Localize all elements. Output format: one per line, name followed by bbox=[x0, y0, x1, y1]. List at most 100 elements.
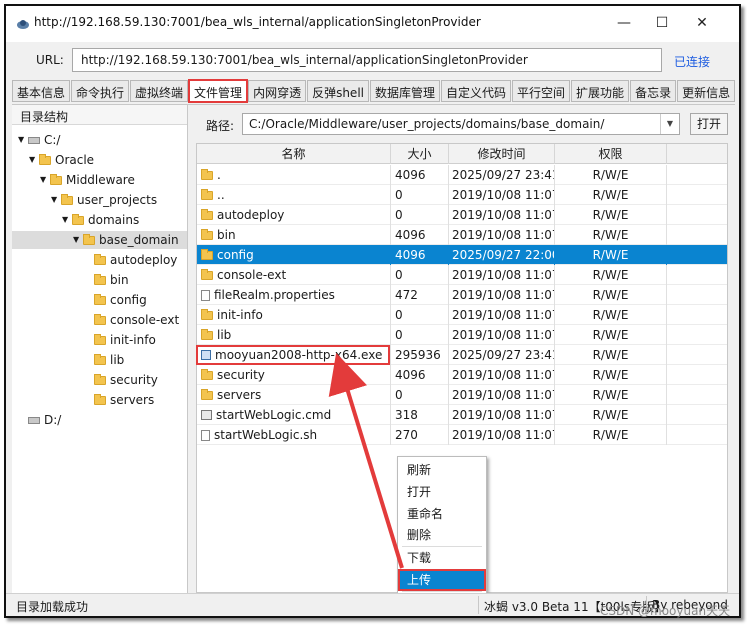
table-row[interactable]: startWebLogic.cmd 3182019/10/08 11:07...R… bbox=[197, 405, 727, 425]
table-row[interactable]: startWebLogic.sh 2702019/10/08 11:07...R/… bbox=[197, 425, 727, 445]
menu-upload[interactable]: 上传 bbox=[398, 569, 486, 591]
directory-tree: 目录结构 ▼ C:/ ▼ Oracle ▼ Middleware ▼ user_project… bbox=[12, 105, 188, 593]
chevron-down-icon[interactable]: ▼ bbox=[660, 114, 679, 134]
column-name[interactable]: 名称 bbox=[197, 144, 391, 164]
tree-node[interactable]: ▼ user_projects bbox=[51, 191, 157, 209]
cell-time: 2019/10/08 11:07... bbox=[449, 225, 555, 245]
close-button[interactable]: ✕ bbox=[690, 12, 714, 34]
tree-node[interactable]: init-info bbox=[84, 331, 156, 349]
tree-node[interactable]: bin bbox=[84, 271, 129, 289]
tree-node[interactable]: ▼ base_domain bbox=[12, 231, 187, 249]
maximize-button[interactable]: ☐ bbox=[650, 12, 674, 34]
column-size[interactable]: 大小 bbox=[391, 144, 449, 164]
minimize-button[interactable]: — bbox=[612, 12, 636, 34]
table-header: 名称 大小 修改时间 权限 bbox=[197, 144, 727, 164]
folder-icon bbox=[201, 229, 213, 240]
tab-extensions[interactable]: 扩展功能 bbox=[571, 80, 630, 102]
tab-parallel-space[interactable]: 平行空间 bbox=[512, 80, 571, 102]
url-label: URL: bbox=[36, 53, 64, 67]
script-file-icon bbox=[201, 410, 212, 420]
file-name: security bbox=[217, 368, 265, 382]
tree-node-label: base_domain bbox=[99, 233, 179, 247]
menu-download[interactable]: 下载 bbox=[399, 548, 485, 568]
file-icon bbox=[201, 290, 210, 301]
drive-icon bbox=[28, 137, 40, 144]
file-name: bin bbox=[217, 228, 236, 242]
tree-node[interactable]: ▼ Middleware bbox=[40, 171, 135, 189]
menu-delete[interactable]: 删除 bbox=[399, 525, 485, 545]
tab-memo[interactable]: 备忘录 bbox=[630, 80, 677, 102]
cell-perm: R/W/E bbox=[555, 225, 667, 245]
column-time[interactable]: 修改时间 bbox=[449, 144, 555, 164]
cell-perm: R/W/E bbox=[555, 285, 667, 305]
cell-time: 2019/10/08 11:07... bbox=[449, 205, 555, 225]
context-menu: 刷新 打开 重命名 删除 下载 上传 新建 ▸ bbox=[397, 456, 487, 614]
file-name: .. bbox=[217, 188, 225, 202]
table-row[interactable]: config 40962025/09/27 22:00...R/W/E bbox=[197, 245, 727, 265]
tree-node[interactable]: config bbox=[84, 291, 147, 309]
cell-name: startWebLogic.cmd bbox=[197, 405, 391, 425]
tree-node[interactable]: autodeploy bbox=[84, 251, 177, 269]
tree-node[interactable]: ▼ domains bbox=[62, 211, 139, 229]
file-name: . bbox=[217, 168, 221, 182]
folder-icon bbox=[94, 334, 106, 345]
tab-command-exec[interactable]: 命令执行 bbox=[71, 80, 130, 102]
tab-database[interactable]: 数据库管理 bbox=[370, 80, 441, 102]
expand-arrow-icon[interactable]: ▼ bbox=[29, 151, 39, 169]
table-row[interactable]: mooyuan2008-http-x64.exe 295936 2025/09/27… bbox=[197, 345, 727, 365]
cell-size: 4096 bbox=[391, 225, 449, 245]
expand-arrow-icon[interactable]: ▼ bbox=[73, 231, 83, 249]
table-row[interactable]: autodeploy 02019/10/08 11:07...R/W/E bbox=[197, 205, 727, 225]
open-button[interactable]: 打开 bbox=[690, 113, 728, 135]
url-input[interactable]: http://192.168.59.130:7001/bea_wls_inter… bbox=[72, 48, 662, 72]
table-row[interactable]: .. 02019/10/08 11:07...R/W/E bbox=[197, 185, 727, 205]
tree-node[interactable]: console-ext bbox=[84, 311, 179, 329]
table-row[interactable]: servers 02019/10/08 11:07...R/W/E bbox=[197, 385, 727, 405]
cell-name: autodeploy bbox=[197, 205, 391, 225]
tree-node[interactable]: ▼ C:/ bbox=[18, 131, 60, 149]
tree-node[interactable]: servers bbox=[84, 391, 154, 409]
table-row[interactable]: bin 40962019/10/08 11:07...R/W/E bbox=[197, 225, 727, 245]
expand-arrow-icon[interactable]: ▼ bbox=[62, 211, 72, 229]
table-row[interactable]: console-ext 02019/10/08 11:07...R/W/E bbox=[197, 265, 727, 285]
tab-reverse-shell[interactable]: 反弹shell bbox=[307, 80, 369, 102]
tab-file-manager[interactable]: 文件管理 bbox=[188, 79, 249, 103]
table-row[interactable]: lib 02019/10/08 11:07...R/W/E bbox=[197, 325, 727, 345]
expand-arrow-icon[interactable]: ▼ bbox=[51, 191, 61, 209]
expand-arrow-icon[interactable]: ▼ bbox=[40, 171, 50, 189]
menu-open[interactable]: 打开 bbox=[399, 482, 485, 502]
tab-update-info[interactable]: 更新信息 bbox=[677, 80, 736, 102]
menu-rename[interactable]: 重命名 bbox=[399, 504, 485, 524]
cell-name: bin bbox=[197, 225, 391, 245]
tree-node-label: bin bbox=[110, 273, 129, 287]
tab-intranet-tunnel[interactable]: 内网穿透 bbox=[248, 80, 307, 102]
tab-custom-code[interactable]: 自定义代码 bbox=[441, 80, 512, 102]
path-input[interactable]: C:/Oracle/Middleware/user_projects/domai… bbox=[242, 113, 680, 135]
table-row[interactable]: . 40962025/09/27 23:41...R/W/E bbox=[197, 165, 727, 185]
tree-node[interactable]: security bbox=[84, 371, 158, 389]
menu-separator bbox=[402, 546, 482, 547]
tree-node[interactable]: lib bbox=[84, 351, 124, 369]
connection-status[interactable]: 已连接 bbox=[674, 53, 710, 70]
tab-virtual-terminal[interactable]: 虚拟终端 bbox=[130, 80, 189, 102]
cell-size: 318 bbox=[391, 405, 449, 425]
file-icon bbox=[201, 430, 210, 441]
tree-node[interactable]: ▼ Oracle bbox=[29, 151, 94, 169]
table-row[interactable]: init-info 02019/10/08 11:07...R/W/E bbox=[197, 305, 727, 325]
folder-icon bbox=[94, 274, 106, 285]
menu-refresh[interactable]: 刷新 bbox=[399, 460, 485, 480]
tree-node-label: config bbox=[110, 293, 147, 307]
file-name: lib bbox=[217, 328, 232, 342]
path-bar: 路径: C:/Oracle/Middleware/user_projects/d… bbox=[196, 111, 735, 137]
column-perm[interactable]: 权限 bbox=[555, 144, 667, 164]
file-name: fileRealm.properties bbox=[214, 288, 335, 302]
cell-time: 2019/10/08 11:07... bbox=[449, 305, 555, 325]
cell-size: 472 bbox=[391, 285, 449, 305]
file-name: servers bbox=[217, 388, 262, 402]
table-row[interactable]: fileRealm.properties 4722019/10/08 11:07.… bbox=[197, 285, 727, 305]
tree-node[interactable]: D:/ bbox=[18, 411, 61, 429]
tab-basic-info[interactable]: 基本信息 bbox=[12, 80, 71, 102]
folder-icon bbox=[201, 189, 213, 200]
expand-arrow-icon[interactable]: ▼ bbox=[18, 131, 28, 149]
table-row[interactable]: security 40962019/10/08 11:07...R/W/E bbox=[197, 365, 727, 385]
